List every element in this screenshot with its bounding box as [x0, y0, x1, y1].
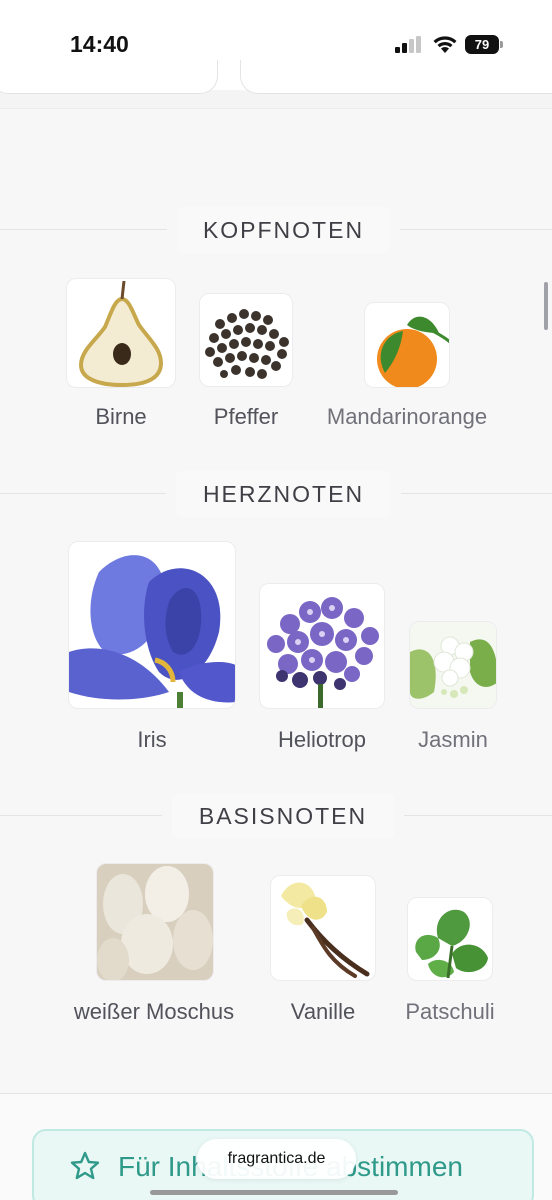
cellular-signal-icon [395, 36, 421, 53]
note-label-mandarinorange[interactable]: Mandarinorange [313, 404, 501, 430]
star-icon [70, 1151, 100, 1180]
heliotrope-image[interactable] [259, 583, 385, 709]
note-label-heliotrop[interactable]: Heliotrop [260, 727, 384, 753]
vanilla-image[interactable] [270, 875, 376, 981]
previous-card-edge [240, 60, 552, 94]
patchouli-image[interactable] [407, 897, 493, 981]
note-label-birne[interactable]: Birne [70, 404, 172, 430]
note-label-pfeffer[interactable]: Pfeffer [196, 404, 296, 430]
section-title-heart-notes: HERZNOTEN [176, 471, 391, 517]
pepper-image[interactable] [199, 293, 293, 387]
home-indicator[interactable] [150, 1190, 398, 1195]
note-label-jasmin[interactable]: Jasmin [405, 727, 501, 753]
note-label-iris[interactable]: Iris [104, 727, 200, 753]
status-time: 14:40 [70, 31, 129, 57]
battery-icon: 79 [465, 35, 503, 54]
battery-level: 79 [465, 35, 499, 54]
iris-image[interactable] [68, 541, 236, 709]
section-title-top-notes: KOPFNOTEN [177, 207, 390, 253]
section-title-base-notes: BASISNOTEN [172, 793, 394, 839]
wifi-icon [433, 36, 457, 53]
pear-image[interactable] [66, 278, 176, 388]
previous-card-edge [0, 60, 218, 94]
note-label-weisser-moschus[interactable]: weißer Moschus [60, 999, 248, 1025]
white-musk-image[interactable] [96, 863, 214, 981]
note-label-patschuli[interactable]: Patschuli [396, 999, 504, 1025]
jasmine-image[interactable] [409, 621, 497, 709]
note-label-vanille[interactable]: Vanille [272, 999, 374, 1025]
scrollbar[interactable] [544, 282, 548, 330]
mandarin-image[interactable] [364, 302, 450, 388]
browser-url-bar[interactable]: fragrantica.de [197, 1139, 356, 1179]
